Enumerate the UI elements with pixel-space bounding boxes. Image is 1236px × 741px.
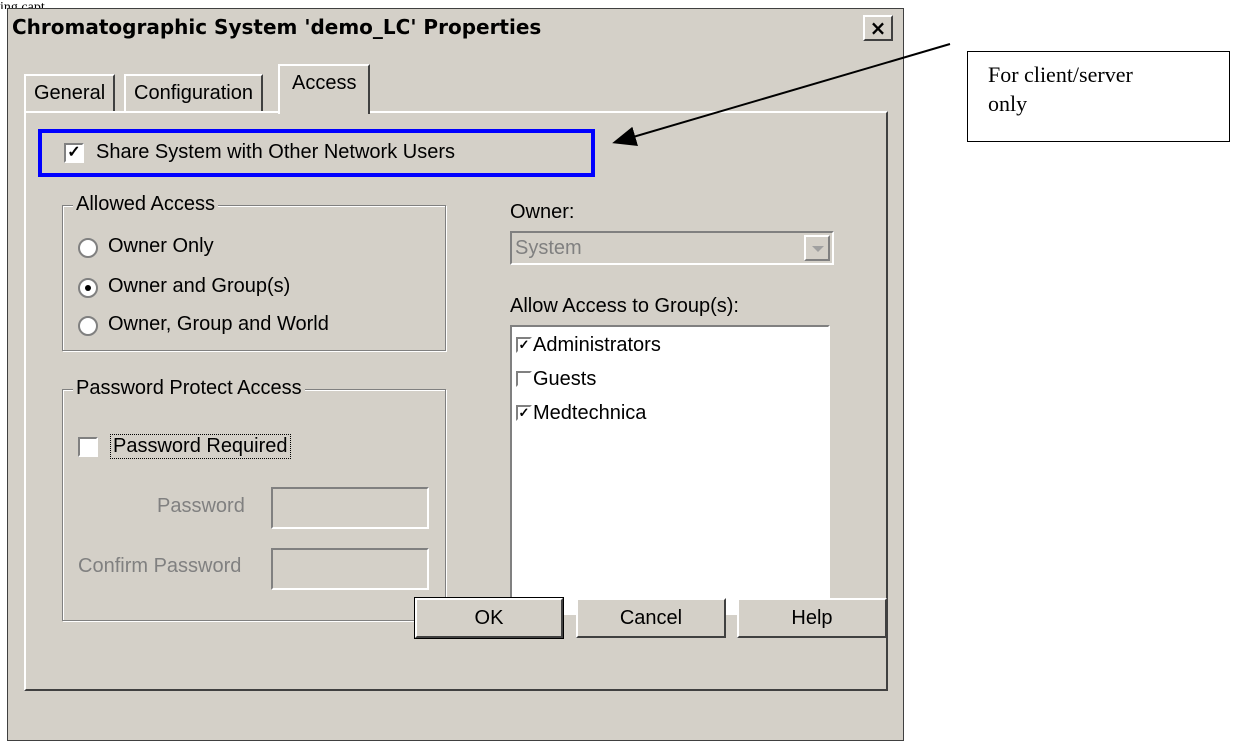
confirm-password-label: Confirm Password <box>78 555 242 577</box>
chevron-down-icon[interactable] <box>804 235 830 261</box>
cancel-button-label: Cancel <box>619 607 683 629</box>
radio-owner-only-label: Owner Only <box>108 235 214 257</box>
groups-label: Allow Access to Group(s): <box>510 295 739 317</box>
help-button-label: Help <box>791 607 833 629</box>
share-system-checkbox[interactable]: ✓ <box>64 143 84 163</box>
tab-general-label: General <box>34 82 106 104</box>
ok-button-label: OK <box>474 607 504 629</box>
radio-owner-group-world[interactable] <box>78 316 98 336</box>
share-system-label: Share System with Other Network Users <box>96 141 455 163</box>
tab-configuration[interactable]: Configuration <box>124 74 263 112</box>
ok-button[interactable]: OK <box>414 597 564 639</box>
password-required-label: Password Required <box>110 434 291 459</box>
group-checkbox-administrators[interactable]: ✓ <box>516 337 532 353</box>
tab-access[interactable]: Access <box>278 64 371 114</box>
password-protect-title: Password Protect Access <box>73 377 305 400</box>
owner-dropdown[interactable]: System <box>510 231 834 265</box>
callout-line-1: For client/server <box>988 62 1133 87</box>
group-item-administrators[interactable]: Administrators <box>533 334 661 357</box>
close-icon: × <box>869 16 887 40</box>
tab-access-label: Access <box>292 72 357 94</box>
group-checkbox-medtechnica[interactable]: ✓ <box>516 405 532 421</box>
radio-owner-and-groups-label: Owner and Group(s) <box>108 275 291 297</box>
password-required-checkbox[interactable] <box>78 437 98 457</box>
owner-label: Owner: <box>510 201 575 223</box>
confirm-password-input[interactable] <box>271 548 429 590</box>
group-checkbox-guests[interactable] <box>516 371 532 387</box>
groups-list: ✓ Administrators Guests ✓ Medtechnica <box>510 325 830 615</box>
allowed-access-title: Allowed Access <box>73 193 218 216</box>
cancel-button[interactable]: Cancel <box>576 598 726 638</box>
radio-owner-group-world-label: Owner, Group and World <box>108 313 329 335</box>
password-label: Password <box>157 495 245 517</box>
radio-owner-and-groups[interactable] <box>78 278 98 298</box>
group-item-guests[interactable]: Guests <box>533 368 596 391</box>
allowed-access-group: Allowed Access Owner Only Owner and Grou… <box>62 193 446 351</box>
group-item-medtechnica[interactable]: Medtechnica <box>533 402 646 425</box>
radio-selected-dot <box>85 285 91 291</box>
tab-general[interactable]: General <box>24 74 116 112</box>
tab-configuration-label: Configuration <box>134 82 253 104</box>
owner-value: System <box>515 237 582 259</box>
dialog-title: Chromatographic System 'demo_LC' Propert… <box>12 15 542 39</box>
close-button[interactable]: × <box>863 15 893 41</box>
password-protect-group: Password Protect Access Password Require… <box>62 377 446 621</box>
password-input[interactable] <box>271 487 429 529</box>
callout-line-2: only <box>988 91 1028 116</box>
radio-owner-only[interactable] <box>78 238 98 258</box>
annotation-callout: For client/server only <box>967 51 1230 142</box>
help-button[interactable]: Help <box>737 598 887 638</box>
callout-arrow <box>612 43 951 146</box>
